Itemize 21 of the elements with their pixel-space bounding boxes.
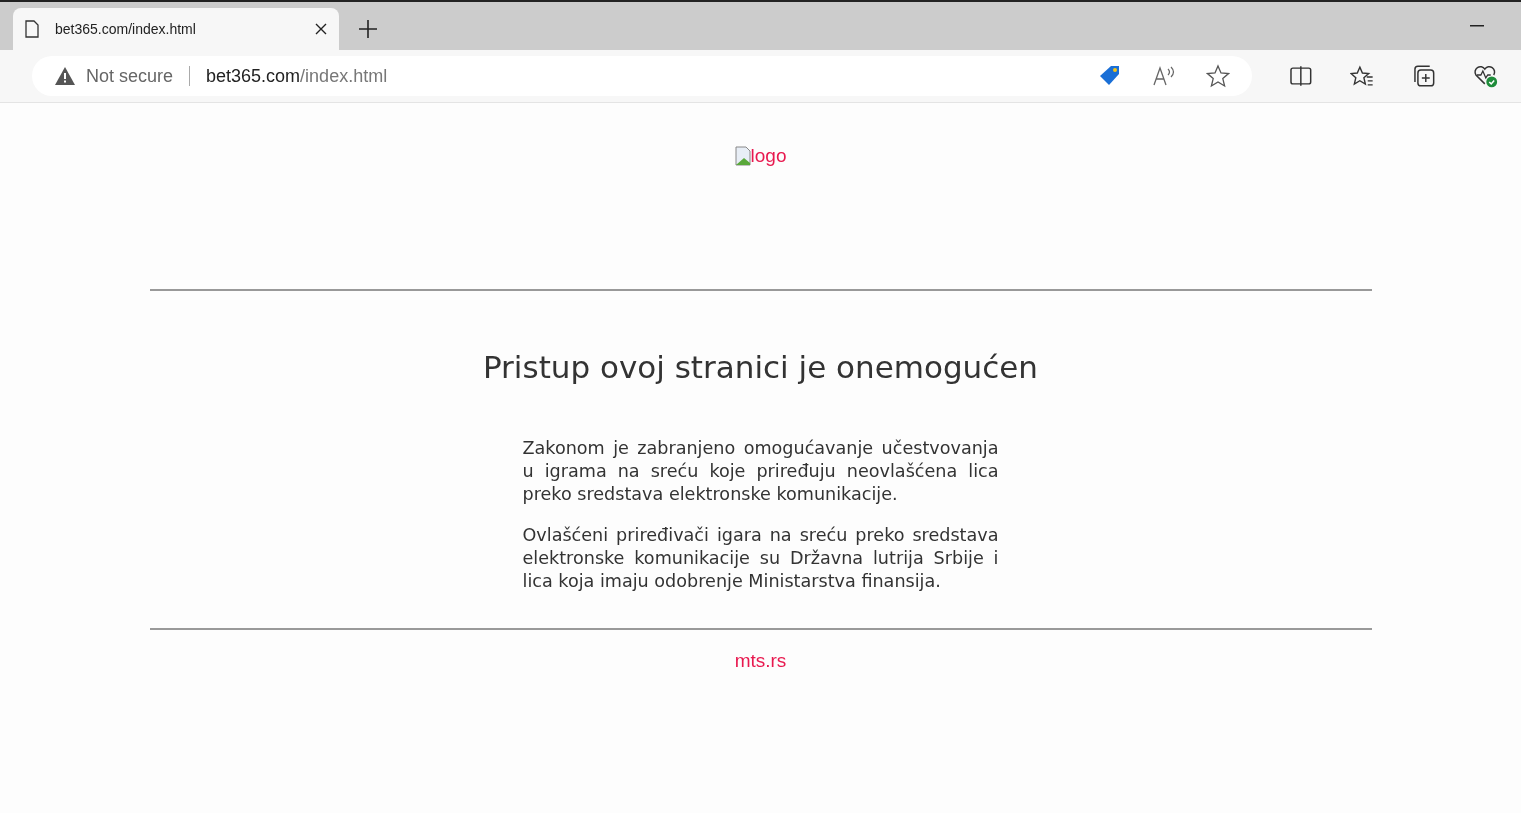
new-tab-icon[interactable] [359, 20, 377, 38]
warning-icon [54, 66, 76, 86]
broken-image-icon [734, 146, 751, 166]
security-label[interactable]: Not secure [86, 65, 174, 87]
collections-icon[interactable] [1411, 64, 1436, 88]
close-icon[interactable] [315, 23, 327, 35]
page-heading: Pristup ovoj stranici je onemogućen [481, 349, 1039, 385]
notice-paragraph: Ovlašćeni priređivači igara na sreću preko sredstava elektronske komunikacije su Državna lutrija Srbije i lica koja imaju odobrenje Ministarstva finansija. [522, 524, 999, 593]
browser-tab[interactable]: bet365.com/index.html [13, 8, 339, 50]
notice-paragraph: Zakonom je zabranjeno omogućavanje učestvovanja u igrama na sreću koje priređuju neovlašćena lica preko sredstava elektronske komunikacije. [522, 437, 999, 506]
health-icon[interactable] [1473, 64, 1499, 88]
broken-logo-link[interactable]: logo [734, 143, 787, 169]
read-aloud-icon[interactable] [1152, 65, 1177, 87]
star-icon[interactable] [1206, 64, 1231, 88]
footer-link[interactable]: mts.rs [734, 650, 787, 671]
favorites-icon[interactable] [1350, 65, 1374, 87]
address-bar[interactable]: Not secure bet365.com/index.html [32, 56, 1253, 96]
address-text[interactable]: bet365.com/index.html [206, 65, 388, 87]
minimize-icon[interactable] [1470, 25, 1484, 27]
page-icon [25, 20, 39, 38]
split-screen-icon[interactable] [1290, 66, 1313, 86]
